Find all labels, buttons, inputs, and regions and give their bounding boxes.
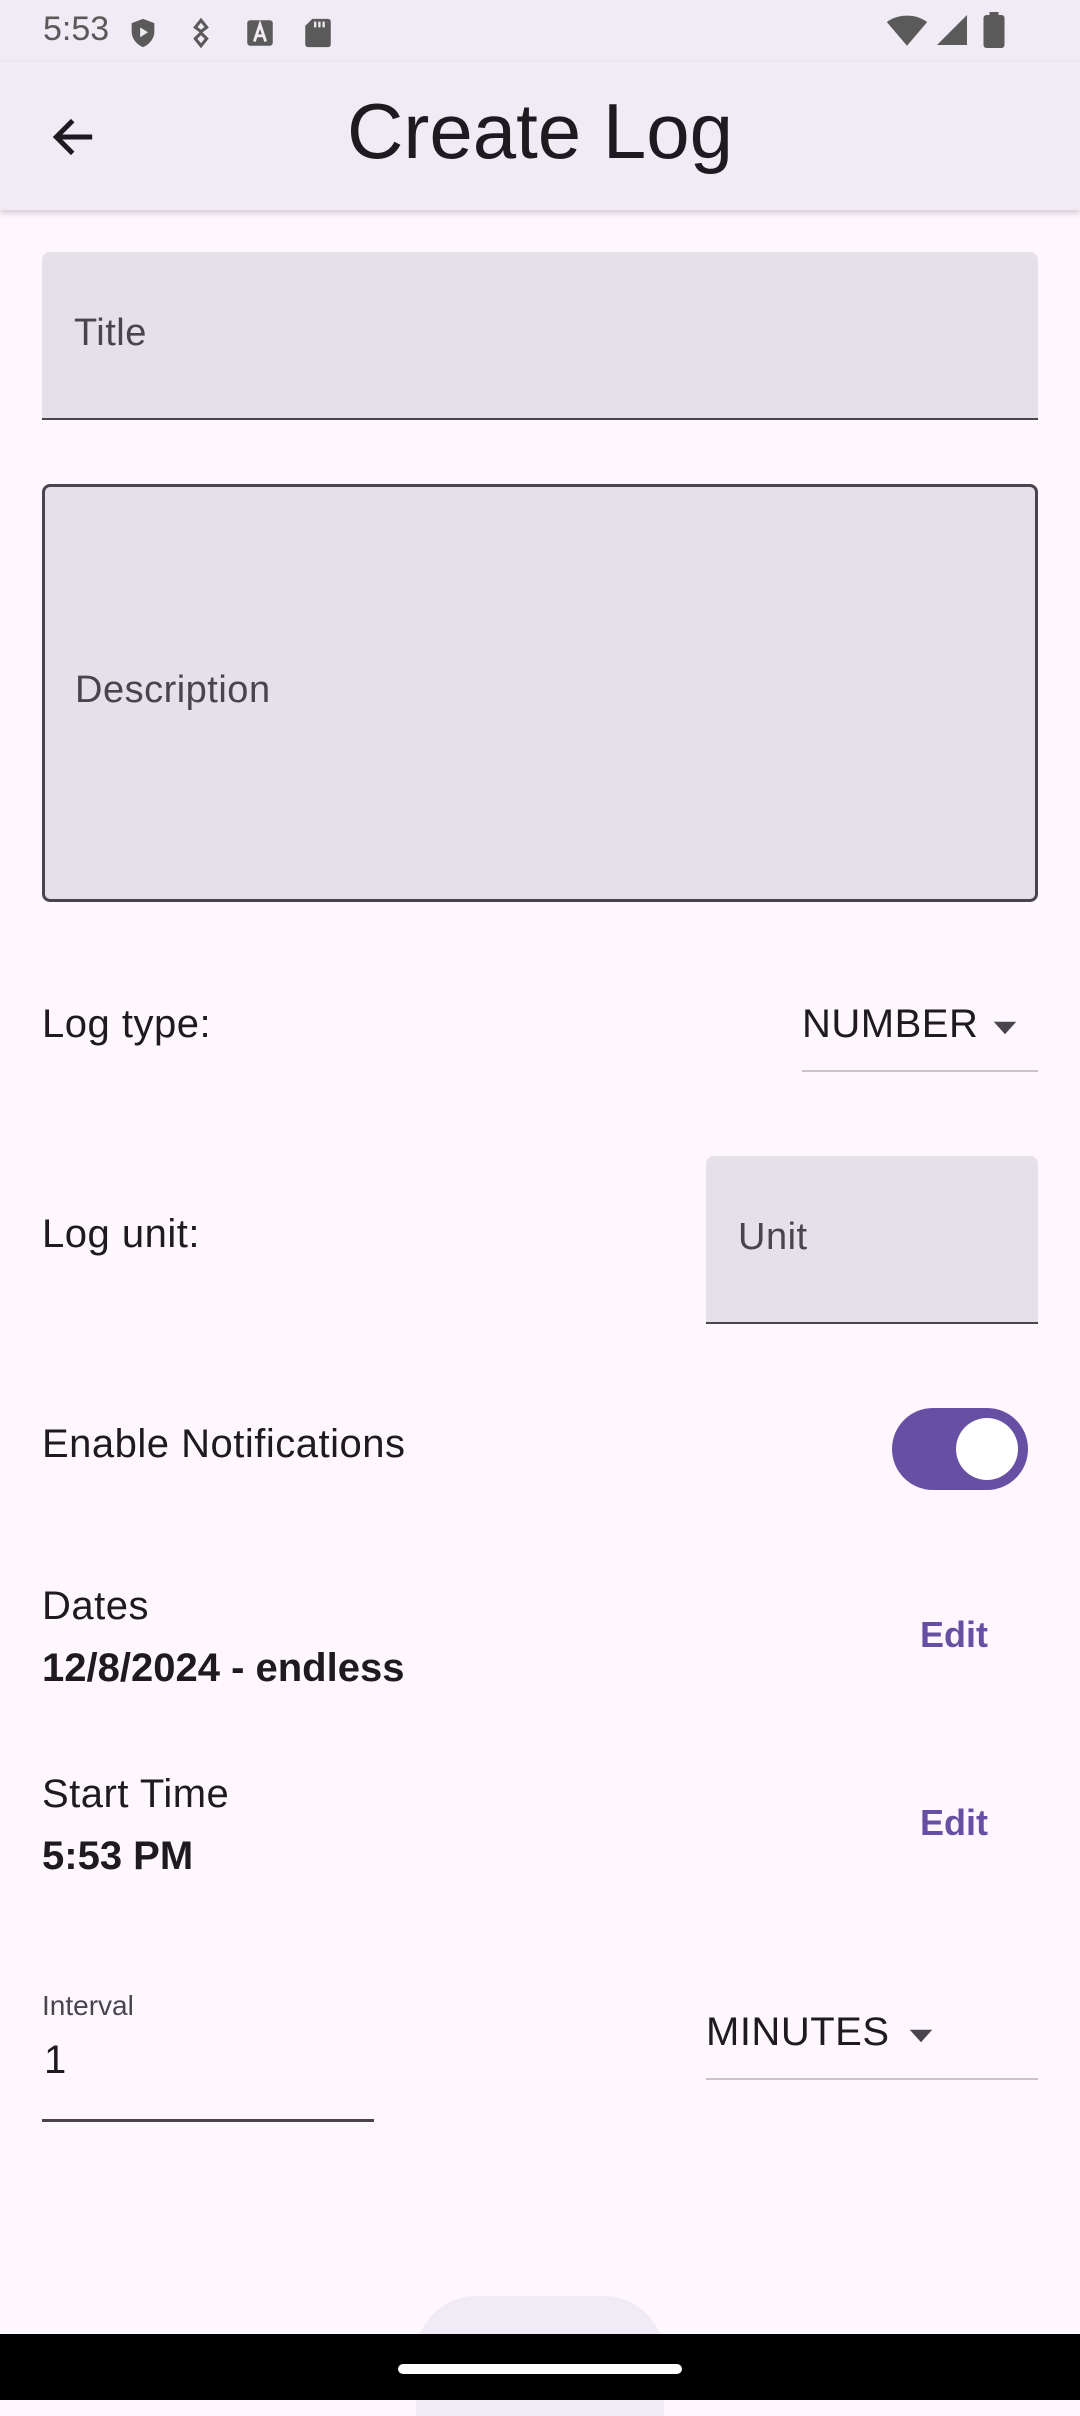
status-bar: 5:53	[0, 0, 1080, 62]
title-placeholder: Title	[74, 312, 147, 354]
interval-label: Interval	[42, 1990, 134, 2021]
home-gesture-handle[interactable]	[398, 2364, 682, 2374]
switch-thumb	[956, 1418, 1018, 1480]
unit-placeholder: Unit	[738, 1216, 808, 1258]
dates-edit-button[interactable]: Edit	[900, 1614, 1008, 1656]
interval-unit-dropdown[interactable]: MINUTES	[706, 2000, 1038, 2080]
log-type-value: NUMBER	[802, 1002, 979, 1046]
interval-value: 1	[44, 2038, 67, 2082]
unit-input[interactable]: Unit	[706, 1156, 1038, 1324]
page-title: Create Log	[347, 87, 733, 175]
log-unit-label: Log unit:	[42, 1212, 200, 1256]
start-time-value: 5:53 PM	[42, 1834, 194, 1878]
app-bar: Create Log	[0, 62, 1080, 210]
battery-icon	[983, 12, 1005, 48]
log-type-label: Log type:	[42, 1002, 212, 1046]
log-type-dropdown[interactable]: NUMBER	[802, 992, 1038, 1072]
title-input[interactable]: Title	[42, 252, 1038, 420]
shield-play-icon	[131, 18, 155, 48]
notifications-switch[interactable]	[892, 1408, 1028, 1490]
signal-icon	[937, 15, 967, 45]
start-time-label: Start Time	[42, 1772, 230, 1816]
interval-input[interactable]: Interval 1	[42, 1980, 374, 2122]
chevron-down-icon	[993, 1021, 1017, 1035]
status-time: 5:53	[43, 10, 110, 48]
start-time-edit-button[interactable]: Edit	[900, 1802, 1008, 1844]
notifications-label: Enable Notifications	[42, 1422, 406, 1466]
description-placeholder: Description	[75, 669, 271, 711]
sd-card-icon	[305, 18, 331, 48]
chevron-down-icon	[909, 2029, 933, 2043]
usb-debug-icon	[193, 17, 209, 49]
wifi-icon	[886, 15, 928, 46]
interval-unit-value: MINUTES	[706, 2010, 890, 2054]
dates-label: Dates	[42, 1584, 149, 1628]
dates-value: 12/8/2024 - endless	[42, 1646, 405, 1690]
description-input[interactable]: Description	[42, 484, 1038, 902]
a-box-icon	[247, 20, 273, 46]
